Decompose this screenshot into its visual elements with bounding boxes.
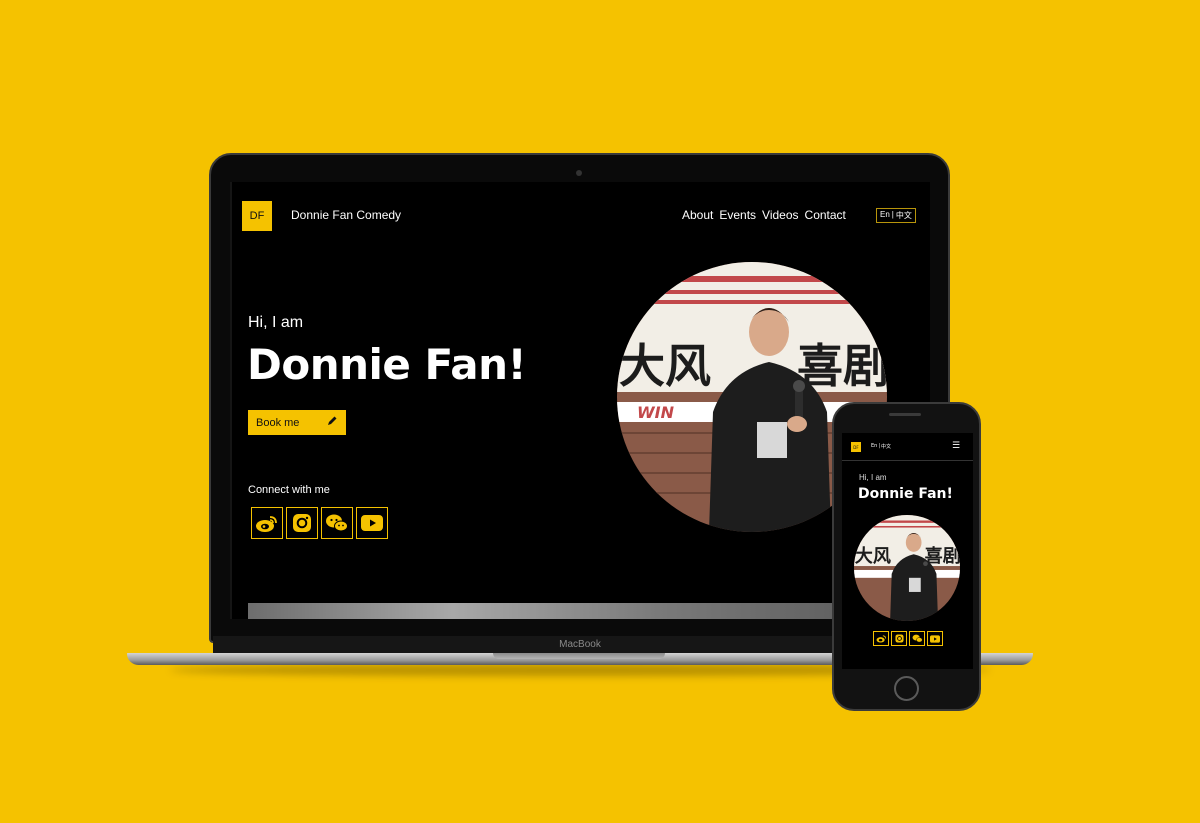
nav-videos[interactable]: Videos — [762, 208, 798, 222]
phone-lang-zh[interactable]: 中文 — [881, 443, 891, 450]
phone-hero-photo: 大风 喜剧 — [854, 515, 960, 621]
phone-hero-name: Donnie Fan! — [858, 486, 953, 502]
social-links — [251, 507, 388, 539]
phone-screen: DF En | 中文 ☰ Hi, I am Donnie Fan! 大风 喜剧 — [842, 433, 973, 669]
nav-contact[interactable]: Contact — [805, 208, 846, 222]
book-me-button[interactable]: Book me — [248, 410, 346, 435]
language-toggle[interactable]: En | 中文 — [876, 208, 916, 223]
instagram-icon — [293, 514, 311, 532]
lang-en[interactable]: En — [880, 210, 890, 221]
phone-lang-separator: | — [878, 443, 881, 449]
screen-edge — [230, 182, 232, 619]
brand-name[interactable]: Donnie Fan Comedy — [291, 208, 401, 222]
weibo-icon — [256, 516, 277, 532]
pencil-icon — [326, 415, 338, 430]
main-nav: About Events Videos Contact — [682, 208, 846, 222]
phone-lang-en[interactable]: En — [871, 443, 877, 450]
svg-text:WIN: WIN — [637, 403, 675, 422]
phone-youtube-button[interactable] — [927, 631, 943, 646]
svg-text:大风: 大风 — [619, 339, 711, 393]
phone-instagram-button[interactable] — [891, 631, 907, 646]
weibo-icon — [876, 635, 886, 643]
wechat-icon — [326, 514, 348, 532]
hero-name: Donnie Fan! — [247, 340, 527, 389]
video-strip — [248, 603, 930, 619]
youtube-icon — [361, 515, 383, 531]
phone-social-links — [873, 631, 943, 646]
nav-about[interactable]: About — [682, 208, 713, 222]
phone-header-divider — [842, 460, 973, 461]
hero-greeting: Hi, I am — [248, 314, 304, 331]
phone-hero-greeting: Hi, I am — [859, 473, 887, 482]
laptop-camera — [576, 170, 582, 176]
phone-speaker — [889, 413, 921, 416]
site-logo[interactable]: DF — [242, 201, 272, 231]
instagram-button[interactable] — [286, 507, 318, 539]
phone-language-toggle[interactable]: En | 中文 — [871, 443, 891, 450]
laptop-screen: DF Donnie Fan Comedy About Events Videos… — [230, 182, 930, 619]
book-me-label: Book me — [256, 416, 300, 429]
hamburger-menu-icon[interactable]: ☰ — [952, 441, 960, 451]
lang-zh[interactable]: 中文 — [896, 210, 912, 221]
phone-weibo-button[interactable] — [873, 631, 889, 646]
wechat-button[interactable] — [321, 507, 353, 539]
youtube-button[interactable] — [356, 507, 388, 539]
instagram-icon — [894, 634, 904, 643]
phone-site-logo[interactable]: DF — [851, 442, 861, 452]
weibo-button[interactable] — [251, 507, 283, 539]
svg-text:大风: 大风 — [855, 545, 891, 567]
laptop-notch — [493, 653, 665, 659]
connect-label: Connect with me — [248, 484, 330, 496]
lang-separator: | — [891, 210, 894, 219]
youtube-icon — [930, 634, 940, 643]
phone-home-button[interactable] — [894, 676, 919, 701]
phone-wechat-button[interactable] — [909, 631, 925, 646]
nav-events[interactable]: Events — [719, 208, 756, 222]
wechat-icon — [912, 634, 922, 643]
